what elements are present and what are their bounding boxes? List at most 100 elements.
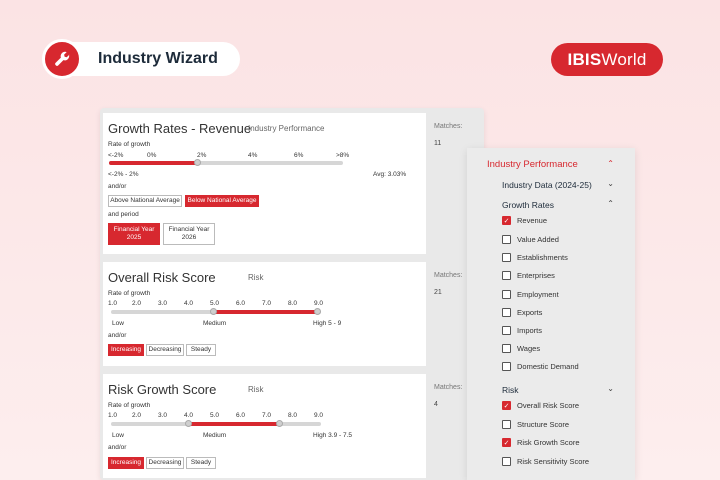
- checkbox-exports[interactable]: Exports: [502, 308, 542, 317]
- tick-label: <-2%: [108, 152, 124, 159]
- increasing-button[interactable]: Increasing: [108, 344, 144, 356]
- below-national-average-button[interactable]: Below National Average: [185, 195, 259, 207]
- checkbox-value-added[interactable]: Value Added: [502, 235, 559, 244]
- checkbox-icon[interactable]: [502, 344, 511, 353]
- checkbox-label: Wages: [517, 344, 541, 353]
- chevron-down-icon[interactable]: ⌄: [607, 179, 614, 188]
- checkbox-icon[interactable]: [502, 457, 511, 466]
- checkbox-enterprises[interactable]: Enterprises: [502, 271, 555, 280]
- andor-label: and/or: [108, 444, 127, 451]
- checkbox-icon[interactable]: [502, 290, 511, 299]
- sidebar-section-industry-data[interactable]: Industry Data (2024-25): [502, 180, 592, 190]
- checkbox-domestic-demand[interactable]: Domestic Demand: [502, 362, 579, 371]
- financial-year-2026-button[interactable]: Financial Year 2026: [163, 223, 215, 245]
- sidebar-section-growth-rates[interactable]: Growth Rates: [502, 200, 554, 210]
- steady-button[interactable]: Steady: [186, 344, 216, 356]
- checkbox-checked-icon[interactable]: ✓: [502, 438, 511, 447]
- low-label: Low: [112, 432, 124, 439]
- chevron-up-icon[interactable]: ⌃: [607, 199, 614, 208]
- tick-label: 2.0: [132, 300, 142, 307]
- checkbox-label: Overall Risk Score: [517, 401, 580, 410]
- checkbox-label: Exports: [517, 308, 543, 317]
- card-title: Growth Rates - Revenue: [108, 121, 252, 136]
- above-national-average-button[interactable]: Above National Average: [108, 195, 182, 207]
- checkbox-label: Imports: [517, 326, 543, 335]
- checkbox-risk-growth-score[interactable]: ✓ Risk Growth Score: [502, 438, 580, 447]
- checkbox-label: Structure Score: [517, 420, 570, 429]
- matches-label: Matches:: [434, 384, 463, 391]
- tick-label: 6%: [294, 152, 304, 159]
- tick-label: 1.0: [108, 412, 118, 419]
- risk-slider-min-handle[interactable]: [210, 308, 217, 315]
- checkbox-icon[interactable]: [502, 235, 511, 244]
- card-title: Overall Risk Score: [108, 270, 216, 285]
- tick-label: 7.0: [262, 300, 272, 307]
- card-category: Risk: [248, 385, 264, 394]
- rate-label: Rate of growth: [108, 141, 151, 148]
- checkbox-label: Establishments: [517, 253, 568, 262]
- tick-label: 8.0: [288, 412, 298, 419]
- tick-label: 0%: [147, 152, 157, 159]
- tick-label: 2%: [197, 152, 207, 159]
- checkbox-icon[interactable]: [502, 326, 511, 335]
- rate-label: Rate of growth: [108, 290, 151, 297]
- overall-risk-matches: Matches: 21: [434, 272, 462, 296]
- tick-label: 9.0: [314, 412, 324, 419]
- risk-slider-max-handle[interactable]: [314, 308, 321, 315]
- checkbox-icon[interactable]: [502, 271, 511, 280]
- steady-button[interactable]: Steady: [186, 457, 216, 469]
- matches-count: 11: [434, 140, 442, 147]
- growth-rates-card: Growth Rates - Revenue Industry Performa…: [103, 113, 426, 254]
- checkbox-checked-icon[interactable]: ✓: [502, 216, 511, 225]
- low-label: Low: [112, 320, 124, 327]
- risk-growth-matches: Matches: 4: [434, 384, 462, 408]
- checkbox-icon[interactable]: [502, 308, 511, 317]
- tick-label: 6.0: [236, 300, 246, 307]
- high-label: High 3.9 - 7.5: [313, 432, 353, 439]
- checkbox-icon[interactable]: [502, 362, 511, 371]
- high-label: High 5 - 9: [313, 320, 342, 327]
- checkbox-risk-sensitivity-score[interactable]: Risk Sensitivity Score: [502, 457, 589, 466]
- card-category: Industry Performance: [248, 124, 325, 133]
- checkbox-structure-score[interactable]: Structure Score: [502, 420, 569, 429]
- checkbox-icon[interactable]: [502, 420, 511, 429]
- checkbox-overall-risk-score[interactable]: ✓ Overall Risk Score: [502, 401, 579, 410]
- tick-label: 6.0: [236, 412, 246, 419]
- risk-growth-slider-max-handle[interactable]: [276, 420, 283, 427]
- checkbox-employment[interactable]: Employment: [502, 290, 559, 299]
- wrench-icon: [42, 39, 82, 79]
- decreasing-button[interactable]: Decreasing: [146, 457, 184, 469]
- matches-label: Matches:: [434, 123, 463, 130]
- growth-slider-handle[interactable]: [194, 159, 201, 166]
- range-label: <-2% - 2%: [108, 171, 139, 178]
- checkbox-label: Domestic Demand: [517, 362, 579, 371]
- risk-growth-score-card: Risk Growth Score Risk Rate of growth 1.…: [103, 374, 426, 478]
- risk-slider-fill: [214, 310, 318, 314]
- sidebar-section-risk[interactable]: Risk: [502, 385, 519, 395]
- chevron-down-icon[interactable]: ⌄: [607, 384, 614, 393]
- checkbox-imports[interactable]: Imports: [502, 326, 542, 335]
- average-label: Avg: 3.03%: [373, 171, 407, 178]
- matches-count: 21: [434, 289, 442, 296]
- checkbox-label: Value Added: [517, 235, 559, 244]
- checkbox-wages[interactable]: Wages: [502, 344, 540, 353]
- card-category: Risk: [248, 273, 264, 282]
- tick-label: 5.0: [210, 300, 220, 307]
- page-title: Industry Wizard: [98, 50, 218, 67]
- checkbox-revenue[interactable]: ✓ Revenue: [502, 216, 547, 225]
- tick-label: 4.0: [184, 300, 194, 307]
- checkbox-icon[interactable]: [502, 253, 511, 262]
- decreasing-button[interactable]: Decreasing: [146, 344, 184, 356]
- increasing-button[interactable]: Increasing: [108, 457, 144, 469]
- checkbox-establishments[interactable]: Establishments: [502, 253, 568, 262]
- tick-label: 3.0: [158, 412, 168, 419]
- tick-label: 4.0: [184, 412, 194, 419]
- checkbox-checked-icon[interactable]: ✓: [502, 401, 511, 410]
- chevron-up-icon[interactable]: ⌃: [607, 159, 614, 168]
- overall-risk-score-card: Overall Risk Score Risk Rate of growth 1…: [103, 262, 426, 366]
- sidebar-heading-industry-performance[interactable]: Industry Performance: [487, 159, 578, 170]
- filter-sidebar: Industry Performance ⌃ Industry Data (20…: [467, 148, 635, 480]
- financial-year-2025-button[interactable]: Financial Year 2025: [108, 223, 160, 245]
- risk-growth-slider-min-handle[interactable]: [185, 420, 192, 427]
- checkbox-label: Enterprises: [517, 271, 555, 280]
